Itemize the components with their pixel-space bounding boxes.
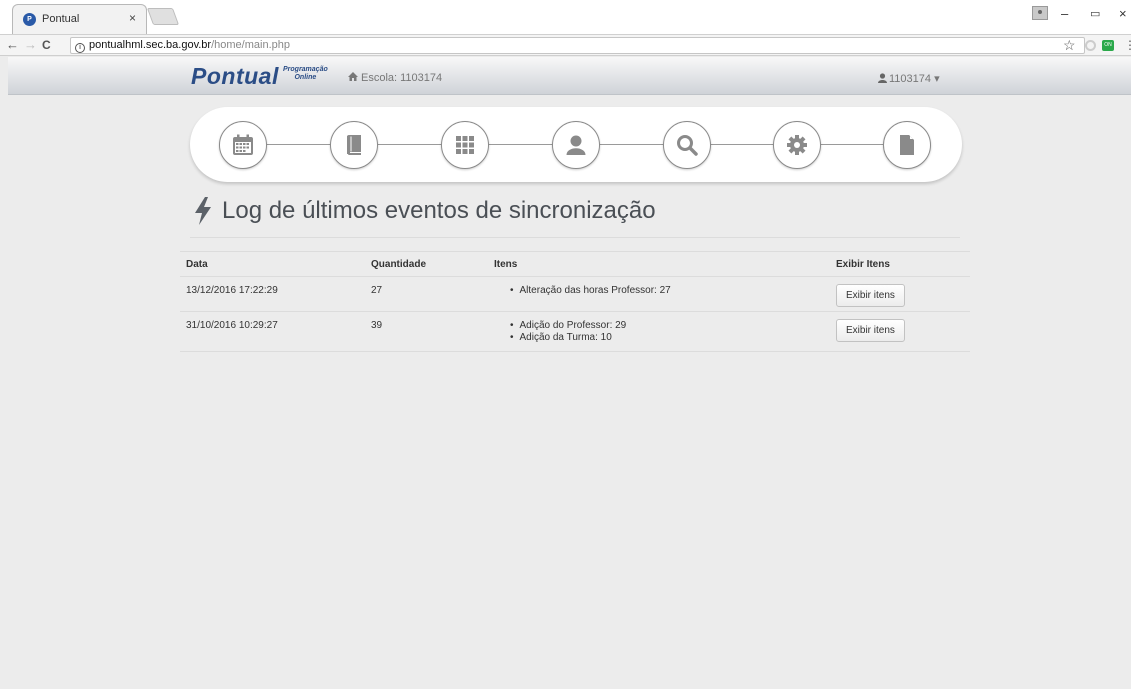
page-heading: Log de últimos eventos de sincronização [190, 193, 960, 238]
cell-action: Exibir itens [830, 311, 970, 352]
settings-button[interactable] [773, 121, 821, 169]
book-button[interactable] [330, 121, 378, 169]
column-header-date: Data [180, 251, 365, 277]
person-icon [566, 135, 586, 155]
extension-icon[interactable] [1085, 40, 1096, 51]
column-header-show: Exibir Itens [830, 251, 970, 277]
cell-date: 13/12/2016 17:22:29 [180, 276, 365, 312]
grid-icon [456, 136, 474, 154]
brand-logo[interactable]: Pontual [191, 63, 279, 90]
brand-subtitle-line1: Programação [283, 66, 328, 73]
user-label: 1103174 [889, 73, 932, 85]
calendar-button[interactable] [219, 121, 267, 169]
app-navbar: Pontual Programação Online Escola: 11031… [8, 57, 1131, 95]
user-profile-button[interactable] [552, 121, 600, 169]
search-icon [677, 135, 698, 156]
school-link[interactable]: Escola: 1103174 [348, 72, 442, 84]
close-window-button[interactable]: × [1119, 6, 1127, 21]
tab-title: Pontual [42, 13, 80, 25]
table-row: 13/12/2016 17:22:29 27 Alteração das hor… [180, 276, 970, 312]
lightning-icon [195, 197, 211, 225]
caret-down-icon: ▾ [934, 73, 940, 85]
list-item: Adição do Professor: 29 [510, 320, 830, 332]
column-header-quantity: Quantidade [365, 251, 488, 277]
cell-quantity: 39 [365, 311, 488, 352]
profile-icon[interactable] [1032, 6, 1048, 20]
cell-date: 31/10/2016 10:29:27 [180, 311, 365, 352]
column-header-items: Itens [488, 251, 830, 277]
cell-items: Adição do Professor: 29 Adição da Turma:… [488, 311, 830, 352]
page-title: Log de últimos eventos de sincronização [222, 197, 656, 224]
school-label: Escola: 1103174 [361, 72, 443, 84]
extension-green-icon[interactable]: ON [1102, 40, 1114, 51]
browser-toolbar: ← → C i pontualhml.sec.ba.gov.br/home/mai… [0, 34, 1131, 56]
user-icon [878, 73, 887, 83]
cell-quantity: 27 [365, 276, 488, 312]
items-list: Alteração das horas Professor: 27 [510, 285, 830, 297]
forward-button[interactable]: → [24, 37, 37, 52]
items-list: Adição do Professor: 29 Adição da Turma:… [510, 320, 830, 344]
user-menu[interactable]: 1103174 ▾ [878, 72, 940, 85]
cell-action: Exibir itens [830, 276, 970, 312]
sync-log-table: Data Quantidade Itens Exibir Itens 13/12… [180, 251, 970, 352]
bookmark-star-icon[interactable]: ☆ [1063, 37, 1076, 54]
show-items-button[interactable]: Exibir itens [836, 319, 905, 342]
document-button[interactable] [883, 121, 931, 169]
calendar-icon [233, 134, 253, 155]
back-button[interactable]: ← [6, 37, 19, 52]
table-row: 31/10/2016 10:29:27 39 Adição do Profess… [180, 311, 970, 352]
document-icon [900, 135, 914, 155]
browser-tab[interactable]: P Pontual × [12, 4, 147, 34]
search-button[interactable] [663, 121, 711, 169]
gear-icon [787, 135, 807, 155]
restore-button[interactable]: ▭ [1090, 7, 1100, 20]
cell-items: Alteração das horas Professor: 27 [488, 276, 830, 312]
list-item: Alteração das horas Professor: 27 [510, 285, 830, 297]
tab-close-icon[interactable]: × [129, 11, 136, 25]
browser-tabstrip: P Pontual × – ▭ × [0, 0, 1131, 34]
minimize-button[interactable]: – [1061, 6, 1068, 21]
address-bar[interactable]: i pontualhml.sec.ba.gov.br/home/main.php [70, 37, 1085, 54]
reload-button[interactable]: C [42, 38, 51, 52]
home-icon [348, 72, 358, 81]
brand-subtitle-line2: Online [294, 74, 317, 81]
url-path: /home/main.php [211, 39, 290, 51]
url-domain: pontualhml.sec.ba.gov.br [89, 39, 212, 51]
pontual-favicon-icon: P [23, 13, 36, 26]
book-icon [347, 135, 361, 155]
site-info-icon[interactable]: i [75, 43, 85, 53]
grid-button[interactable] [441, 121, 489, 169]
new-tab-button[interactable] [146, 8, 180, 25]
list-item: Adição da Turma: 10 [510, 332, 830, 344]
brand-subtitle: Programação Online [283, 66, 328, 82]
browser-menu-icon[interactable]: ⋮ [1124, 38, 1131, 52]
show-items-button[interactable]: Exibir itens [836, 284, 905, 307]
icon-nav-strip [190, 107, 962, 182]
table-header-row: Data Quantidade Itens Exibir Itens [180, 251, 970, 277]
